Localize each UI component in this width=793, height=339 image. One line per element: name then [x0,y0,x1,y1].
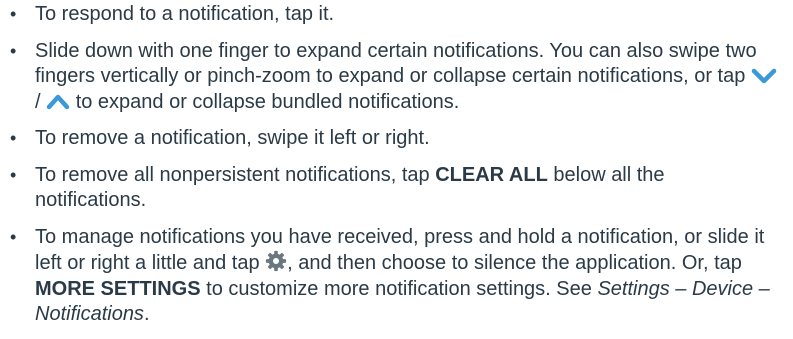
item-text: To respond to a notification, tap it. [35,3,335,25]
item-text: to expand or collapse bundled notificati… [75,90,460,113]
gear-icon [265,250,287,272]
more-settings-label: MORE SETTINGS [35,277,201,300]
list-item: • Slide down with one finger to expand c… [0,39,793,116]
item-text: to customize more notification settings.… [206,277,592,300]
list-item: • To remove all nonpersistent notificati… [0,163,793,214]
bullet-dot: • [10,128,17,148]
bullet-dot: • [10,40,17,61]
clear-all-label: CLEAR ALL [435,163,548,186]
list-item: • To remove a notification, swipe it lef… [0,126,793,152]
item-text: Slide down with one finger to expand cer… [35,39,757,88]
instruction-list: • To respond to a notification, tap it. … [0,0,793,339]
bullet-dot: • [10,226,17,247]
list-item: • To respond to a notification, tap it. [0,2,793,28]
chevron-up-icon [46,93,70,111]
list-item: • To manage notifications you have recei… [0,225,793,328]
chevron-down-icon [751,67,777,85]
item-text: , and then choose to silence the applica… [287,252,742,274]
bullet-dot: • [10,4,17,24]
separator: / [35,90,41,113]
item-text: . [143,303,150,325]
item-text: To remove all nonpersistent notification… [35,163,430,186]
item-text: To remove a notification, swipe it left … [35,127,430,149]
bullet-dot: • [10,164,17,185]
